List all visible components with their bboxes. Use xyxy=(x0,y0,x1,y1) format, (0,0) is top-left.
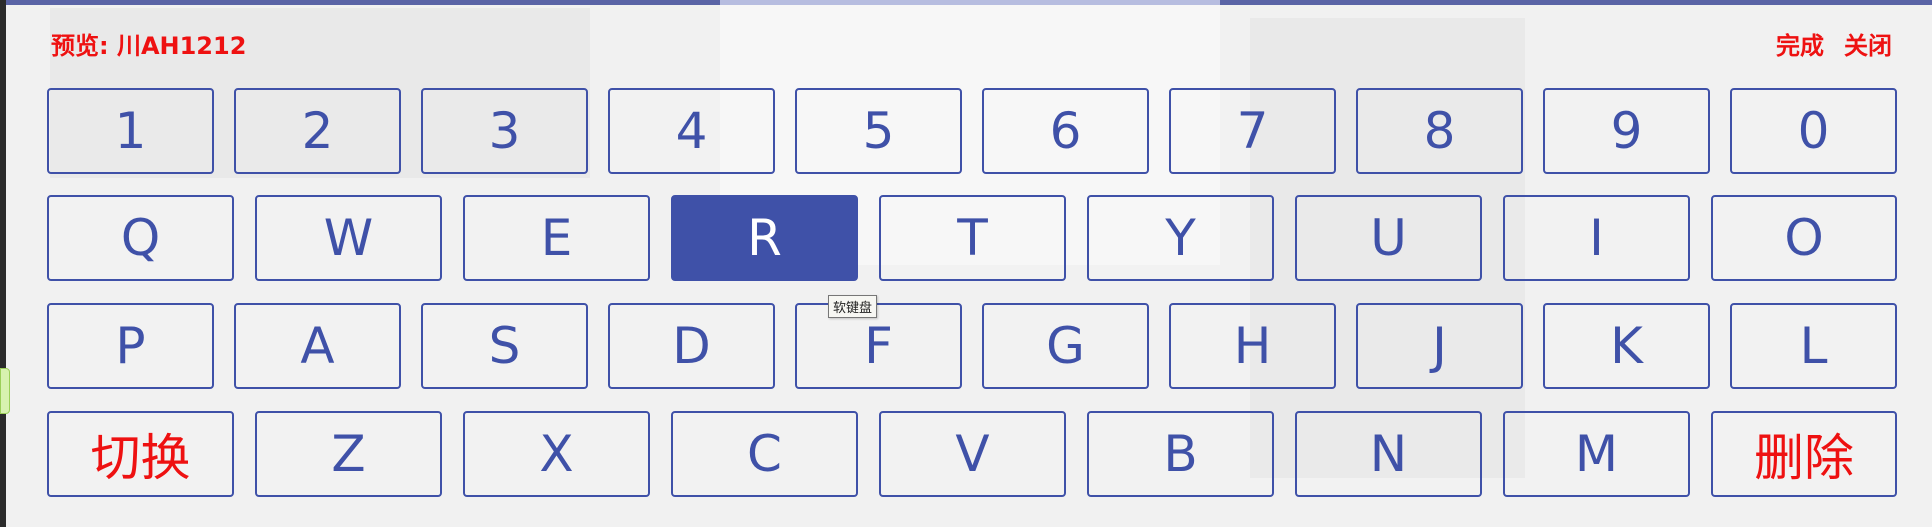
delete-button[interactable]: 删除 xyxy=(1711,411,1897,497)
left-border xyxy=(0,0,6,527)
key-3[interactable]: 3 xyxy=(421,88,588,174)
switch-button[interactable]: 切换 xyxy=(47,411,234,497)
close-button[interactable]: 关闭 xyxy=(1844,26,1892,61)
key-n[interactable]: N xyxy=(1295,411,1482,497)
preview-text: 预览: 川AH1212 xyxy=(51,32,247,60)
key-7[interactable]: 7 xyxy=(1169,88,1336,174)
key-v[interactable]: V xyxy=(879,411,1066,497)
key-t[interactable]: T xyxy=(879,195,1066,281)
key-9[interactable]: 9 xyxy=(1543,88,1710,174)
key-b[interactable]: B xyxy=(1087,411,1274,497)
key-w[interactable]: W xyxy=(255,195,442,281)
key-8[interactable]: 8 xyxy=(1356,88,1523,174)
key-z[interactable]: Z xyxy=(255,411,442,497)
key-u[interactable]: U xyxy=(1295,195,1482,281)
side-handle[interactable] xyxy=(0,368,10,414)
key-o[interactable]: O xyxy=(1711,195,1897,281)
key-y[interactable]: Y xyxy=(1087,195,1274,281)
key-g[interactable]: G xyxy=(982,303,1149,389)
key-4[interactable]: 4 xyxy=(608,88,775,174)
key-l[interactable]: L xyxy=(1730,303,1897,389)
soft-keyboard-panel: 预览: 川AH1212 完成 关闭 1 2 3 4 5 6 7 8 9 0 Q … xyxy=(0,0,1932,527)
key-a[interactable]: A xyxy=(234,303,401,389)
key-5[interactable]: 5 xyxy=(795,88,962,174)
done-button[interactable]: 完成 xyxy=(1776,26,1824,61)
top-border xyxy=(0,0,1932,5)
key-c[interactable]: C xyxy=(671,411,858,497)
key-s[interactable]: S xyxy=(421,303,588,389)
key-q[interactable]: Q xyxy=(47,195,234,281)
key-x[interactable]: X xyxy=(463,411,650,497)
key-6[interactable]: 6 xyxy=(982,88,1149,174)
key-f[interactable]: F xyxy=(795,303,962,389)
key-d[interactable]: D xyxy=(608,303,775,389)
key-j[interactable]: J xyxy=(1356,303,1523,389)
key-e[interactable]: E xyxy=(463,195,650,281)
tooltip: 软键盘 xyxy=(828,295,878,318)
key-2[interactable]: 2 xyxy=(234,88,401,174)
key-p[interactable]: P xyxy=(47,303,214,389)
top-actions: 完成 关闭 xyxy=(1776,26,1892,61)
key-1[interactable]: 1 xyxy=(47,88,214,174)
key-h[interactable]: H xyxy=(1169,303,1336,389)
key-0[interactable]: 0 xyxy=(1730,88,1897,174)
key-r[interactable]: R xyxy=(671,195,858,281)
key-m[interactable]: M xyxy=(1503,411,1690,497)
key-i[interactable]: I xyxy=(1503,195,1690,281)
key-k[interactable]: K xyxy=(1543,303,1710,389)
